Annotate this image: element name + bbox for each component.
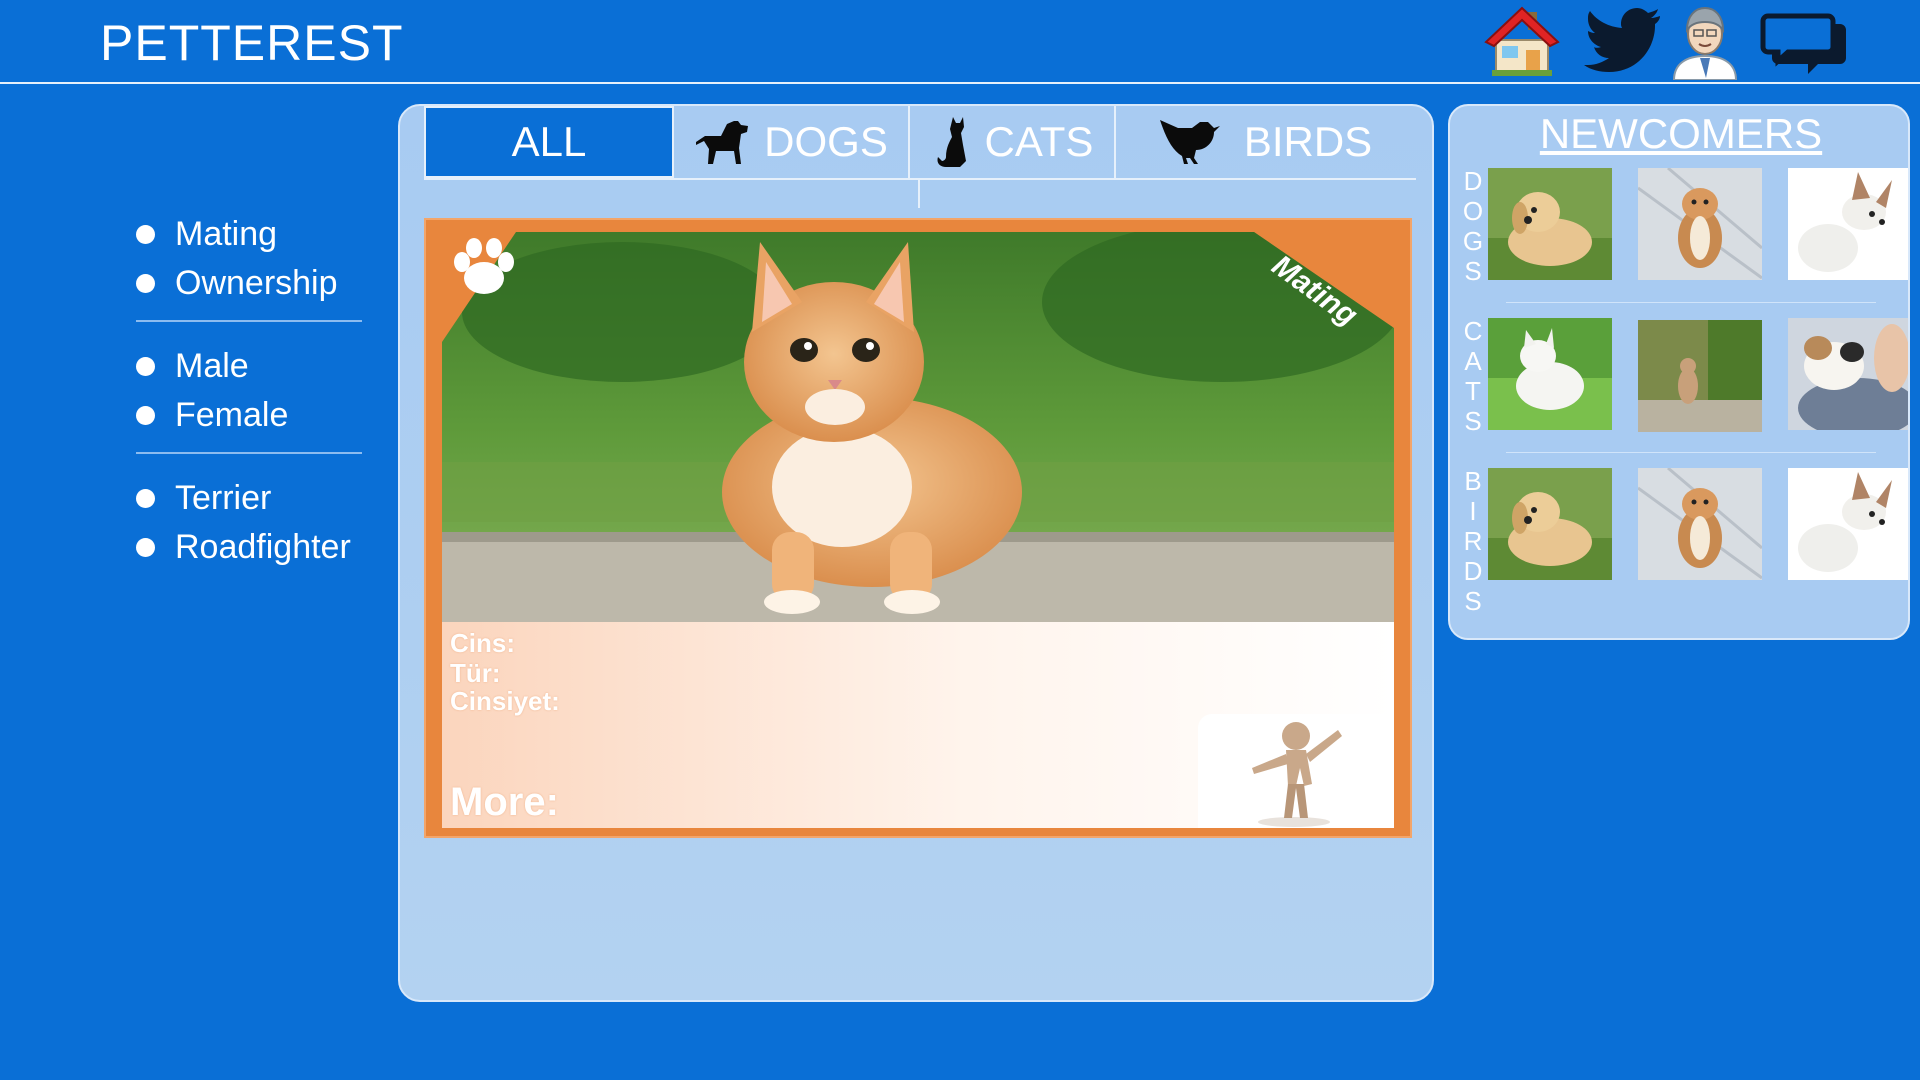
row-divider bbox=[1506, 302, 1876, 303]
bird-icon bbox=[1159, 120, 1220, 164]
paw-icon bbox=[454, 238, 514, 294]
bullet-icon bbox=[136, 274, 155, 293]
tabby-cat-photo[interactable] bbox=[1638, 320, 1762, 432]
white-cat-photo[interactable] bbox=[1488, 318, 1612, 430]
filter-group-purpose: Mating Ownership bbox=[136, 210, 362, 322]
filter-label: Roadfighter bbox=[175, 528, 351, 566]
orange-kitten-photo[interactable] bbox=[442, 232, 1394, 622]
row-label-cats: CATS bbox=[1463, 316, 1483, 436]
twitter-bird-icon[interactable] bbox=[1584, 6, 1664, 78]
row-label-birds: BIRDS bbox=[1463, 466, 1483, 616]
top-bar: PETTEREST bbox=[0, 0, 1920, 84]
filter-label: Female bbox=[175, 396, 289, 434]
main-panel: ALL DOGS CATS BIRDS Mating Cins: Tür: Ci… bbox=[398, 104, 1434, 1002]
app-brand[interactable]: PETTEREST bbox=[100, 14, 403, 72]
chat-icon[interactable] bbox=[1760, 6, 1846, 78]
corgi-puppy-photo[interactable] bbox=[1638, 468, 1762, 580]
filter-group-gender: Male Female bbox=[136, 342, 362, 454]
newcomers-panel: NEWCOMERS DOGS CATS BIRDS bbox=[1448, 104, 1910, 640]
filter-label: Mating bbox=[175, 215, 278, 253]
bullet-icon bbox=[136, 357, 155, 376]
tab-divider bbox=[918, 180, 920, 208]
more-link[interactable]: More: bbox=[450, 780, 559, 825]
bullet-icon bbox=[136, 225, 155, 244]
home-icon[interactable] bbox=[1484, 6, 1564, 78]
bullet-icon bbox=[136, 489, 155, 508]
tab-dogs[interactable]: DOGS bbox=[674, 106, 908, 178]
filter-roadfighter[interactable]: Roadfighter bbox=[136, 523, 362, 572]
tab-label: DOGS bbox=[764, 118, 888, 165]
tab-label: BIRDS bbox=[1243, 118, 1373, 165]
golden-puppy-photo[interactable] bbox=[1488, 468, 1612, 580]
profile-icon[interactable] bbox=[1670, 6, 1750, 81]
tab-birds[interactable]: BIRDS bbox=[1114, 106, 1414, 178]
white-dog-photo[interactable] bbox=[1788, 168, 1908, 280]
pet-info-box: Cins: Tür: Cinsiyet: More: bbox=[442, 622, 1394, 828]
tab-label: ALL bbox=[511, 118, 587, 165]
species-label: Tür: bbox=[450, 658, 501, 688]
filter-label: Ownership bbox=[175, 264, 338, 302]
filter-label: Male bbox=[175, 347, 249, 385]
dog-icon bbox=[696, 121, 749, 164]
tab-cats[interactable]: CATS bbox=[908, 106, 1114, 178]
welcome-figure-icon bbox=[1198, 714, 1394, 828]
bullet-icon bbox=[136, 538, 155, 557]
filter-label: Terrier bbox=[175, 479, 272, 517]
filter-ownership[interactable]: Ownership bbox=[136, 259, 362, 308]
category-tabs: ALL DOGS CATS BIRDS bbox=[424, 106, 1416, 180]
calico-cat-photo[interactable] bbox=[1788, 318, 1908, 430]
white-dog-photo[interactable] bbox=[1788, 468, 1908, 580]
cat-icon bbox=[937, 117, 966, 167]
filter-terrier[interactable]: Terrier bbox=[136, 474, 362, 523]
filter-sidebar: Mating Ownership Male Female Terrier Roa… bbox=[136, 210, 362, 604]
corgi-puppy-photo[interactable] bbox=[1638, 168, 1762, 280]
tab-all[interactable]: ALL bbox=[424, 106, 674, 178]
filter-female[interactable]: Female bbox=[136, 391, 362, 440]
filter-mating[interactable]: Mating bbox=[136, 210, 362, 259]
golden-puppy-photo[interactable] bbox=[1488, 168, 1612, 280]
pet-card[interactable]: Mating Cins: Tür: Cinsiyet: More: bbox=[424, 218, 1412, 838]
row-divider bbox=[1506, 452, 1876, 453]
gender-label: Cinsiyet: bbox=[450, 686, 560, 716]
filter-group-breed: Terrier Roadfighter bbox=[136, 474, 362, 584]
row-label-dogs: DOGS bbox=[1462, 166, 1484, 286]
bullet-icon bbox=[136, 406, 155, 425]
filter-male[interactable]: Male bbox=[136, 342, 362, 391]
newcomers-title[interactable]: NEWCOMERS bbox=[1450, 110, 1908, 158]
breed-label: Cins: bbox=[450, 628, 515, 658]
tab-label: CATS bbox=[984, 118, 1094, 165]
